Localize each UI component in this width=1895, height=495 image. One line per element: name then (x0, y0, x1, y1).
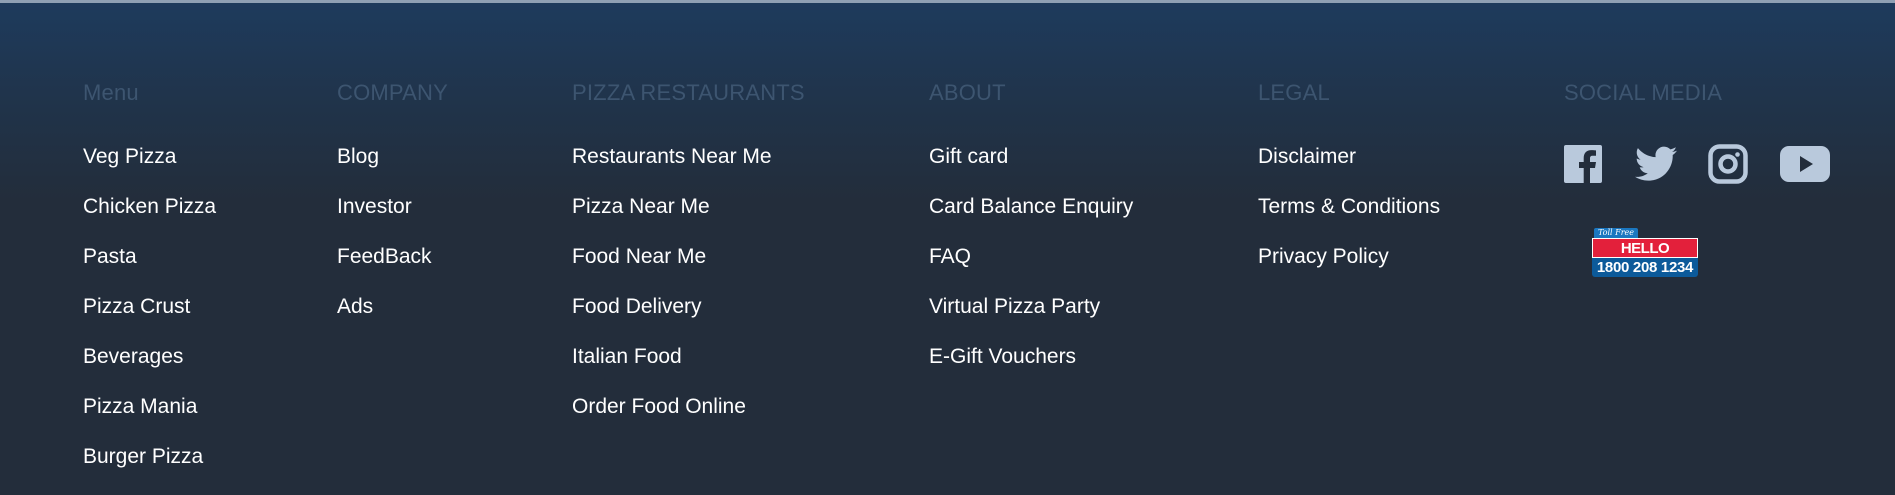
instagram-icon[interactable] (1708, 144, 1748, 184)
twitter-icon[interactable] (1635, 146, 1677, 182)
footer-link[interactable]: Food Delivery (572, 294, 805, 320)
footer-link[interactable]: Blog (337, 144, 448, 170)
social-icons (1564, 144, 1830, 184)
footer-link[interactable]: Restaurants Near Me (572, 144, 805, 170)
link-list: Blog Investor FeedBack Ads (337, 144, 448, 320)
link-list: Gift card Card Balance Enquiry FAQ Virtu… (929, 144, 1133, 370)
footer-link[interactable]: Privacy Policy (1258, 244, 1440, 270)
toll-free-brand: HELLO DOMINO'S (1592, 238, 1698, 277)
footer-link[interactable]: Ads (337, 294, 448, 320)
footer-link[interactable]: Chicken Pizza (83, 194, 216, 220)
footer-link[interactable]: Virtual Pizza Party (929, 294, 1133, 320)
footer-column-pizza-restaurants: PIZZA RESTAURANTS Restaurants Near Me Pi… (572, 78, 805, 444)
footer-link[interactable]: Italian Food (572, 344, 805, 370)
toll-free-label: Toll Free (1594, 228, 1638, 238)
youtube-icon[interactable] (1780, 146, 1830, 182)
footer-link[interactable]: Terms & Conditions (1258, 194, 1440, 220)
footer-column-company: COMPANY Blog Investor FeedBack Ads (337, 78, 448, 344)
link-list: Disclaimer Terms & Conditions Privacy Po… (1258, 144, 1440, 270)
footer-link[interactable]: Beverages (83, 344, 216, 370)
footer-link[interactable]: Veg Pizza (83, 144, 216, 170)
footer-column-social-media: SOCIAL MEDIA (1564, 78, 1830, 184)
toll-free-number: 1800 208 1234 (1592, 258, 1698, 277)
column-heading: ABOUT (929, 80, 1006, 105)
column-heading: PIZZA RESTAURANTS (572, 80, 805, 105)
footer-link[interactable]: Gift card (929, 144, 1133, 170)
footer-link[interactable]: Pizza Mania (83, 394, 216, 420)
facebook-icon[interactable] (1564, 145, 1602, 183)
footer-column-about: ABOUT Gift card Card Balance Enquiry FAQ… (929, 78, 1133, 394)
footer-link[interactable]: Food Near Me (572, 244, 805, 270)
footer-link[interactable]: Card Balance Enquiry (929, 194, 1133, 220)
column-heading: LEGAL (1258, 80, 1330, 105)
toll-free-badge[interactable]: Toll Free HELLO DOMINO'S 1800 208 1234 (1590, 228, 1700, 278)
footer-column-legal: LEGAL Disclaimer Terms & Conditions Priv… (1258, 78, 1440, 294)
footer-link[interactable]: Pizza Crust (83, 294, 216, 320)
column-heading: COMPANY (337, 80, 449, 105)
footer-link[interactable]: Pizza Near Me (572, 194, 805, 220)
footer-link[interactable]: FeedBack (337, 244, 448, 270)
column-heading: Menu (83, 80, 139, 105)
link-list: Restaurants Near Me Pizza Near Me Food N… (572, 144, 805, 420)
link-list: Veg Pizza Chicken Pizza Pasta Pizza Crus… (83, 144, 216, 470)
footer-column-menu: Menu Veg Pizza Chicken Pizza Pasta Pizza… (83, 78, 216, 494)
top-divider (0, 0, 1895, 3)
footer-link[interactable]: Burger Pizza (83, 444, 216, 470)
footer-link[interactable]: Investor (337, 194, 448, 220)
footer-link[interactable]: E-Gift Vouchers (929, 344, 1133, 370)
footer-link[interactable]: Pasta (83, 244, 216, 270)
footer-link[interactable]: Disclaimer (1258, 144, 1440, 170)
column-heading: SOCIAL MEDIA (1564, 80, 1723, 105)
footer-link[interactable]: FAQ (929, 244, 1133, 270)
footer-link[interactable]: Order Food Online (572, 394, 805, 420)
